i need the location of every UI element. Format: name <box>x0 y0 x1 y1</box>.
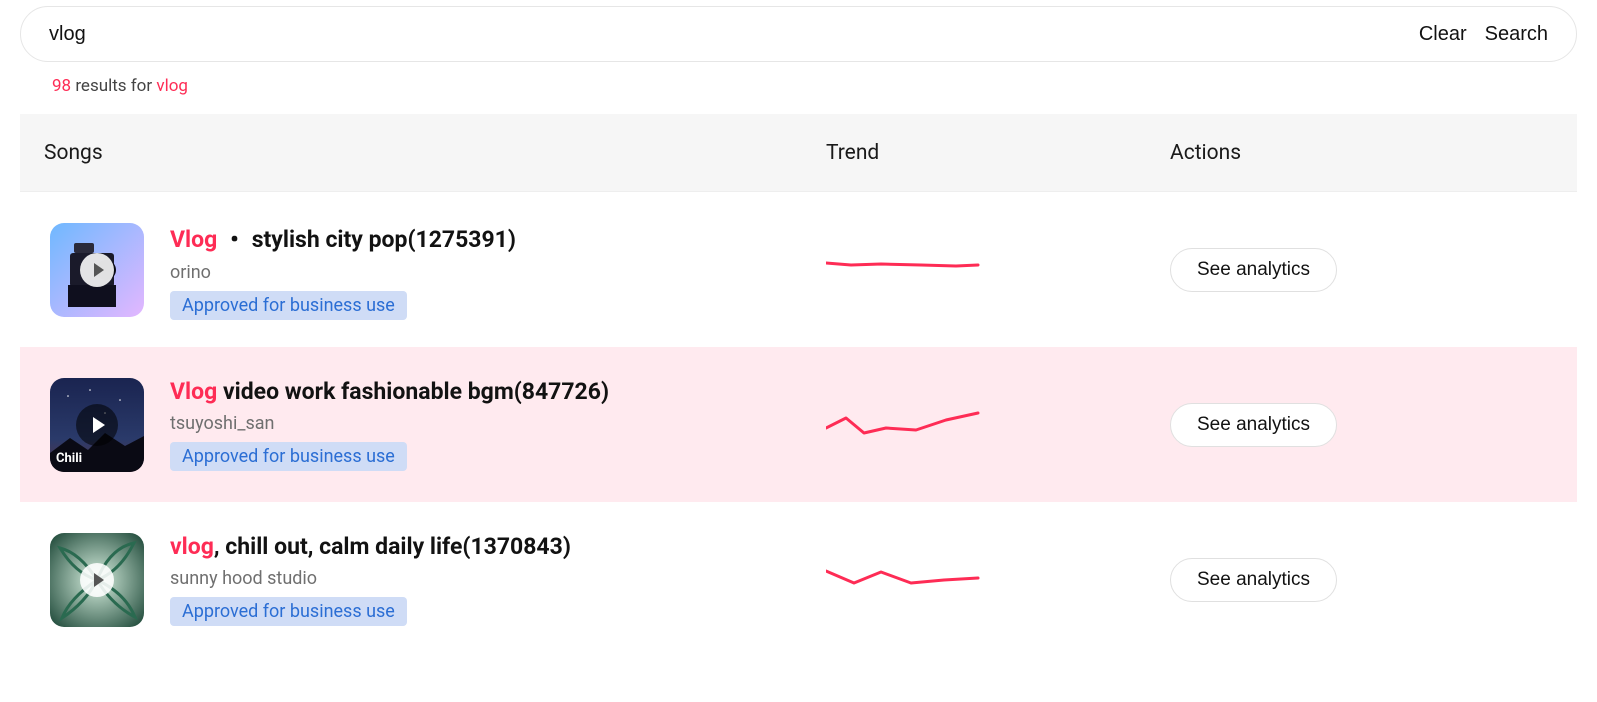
song-cell: Vlog ・ stylish city pop(1275391) orino App… <box>20 220 826 320</box>
trend-sparkline <box>826 563 1170 597</box>
song-title-highlight: Vlog <box>170 378 217 405</box>
results-info: 98 results for vlog <box>52 76 1577 96</box>
header-actions: Actions <box>1170 141 1577 165</box>
play-icon <box>80 563 114 597</box>
song-title-highlight: Vlog <box>170 226 217 253</box>
approved-badge: Approved for business use <box>170 291 407 320</box>
results-count: 98 <box>52 76 71 96</box>
table-header: Songs Trend Actions <box>20 114 1577 192</box>
trend-sparkline <box>826 408 1170 442</box>
play-icon <box>80 253 114 287</box>
trend-sparkline <box>826 253 1170 287</box>
song-cell: vlog, chill out, calm daily life(1370843… <box>20 533 826 627</box>
search-button[interactable]: Search <box>1485 23 1548 46</box>
actions-cell: See analytics <box>1170 248 1577 292</box>
approved-badge: Approved for business use <box>170 597 407 626</box>
song-thumbnail[interactable]: Chili <box>50 378 144 472</box>
song-thumbnail[interactable] <box>50 533 144 627</box>
actions-cell: See analytics <box>1170 558 1577 602</box>
song-artist: orino <box>170 262 516 283</box>
table-row[interactable]: Vlog ・ stylish city pop(1275391) orino App… <box>20 192 1577 347</box>
table-row[interactable]: Chili Vlog video work fashionable bgm(847… <box>20 347 1577 502</box>
results-for-text: results for <box>71 76 156 96</box>
song-title-highlight: vlog <box>170 533 214 560</box>
chili-tag: Chili <box>56 451 82 466</box>
approved-badge: Approved for business use <box>170 442 407 471</box>
search-bar: Clear Search <box>20 6 1577 62</box>
header-trend: Trend <box>826 141 1170 165</box>
see-analytics-button[interactable]: See analytics <box>1170 248 1337 292</box>
song-title-sep: ・ <box>217 226 251 253</box>
song-cell: Chili Vlog video work fashionable bgm(847… <box>20 378 826 472</box>
song-title[interactable]: vlog, chill out, calm daily life(1370843… <box>170 533 571 560</box>
song-artist: tsuyoshi_san <box>170 413 609 434</box>
song-artist: sunny hood studio <box>170 568 571 589</box>
actions-cell: See analytics <box>1170 403 1577 447</box>
song-title-rest: chill out, calm daily life(1370843) <box>225 533 571 560</box>
song-thumbnail[interactable] <box>50 223 144 317</box>
song-title-rest: stylish city pop(1275391) <box>252 226 516 253</box>
song-meta: Vlog video work fashionable bgm(847726) t… <box>170 378 609 471</box>
see-analytics-button[interactable]: See analytics <box>1170 558 1337 602</box>
table-row[interactable]: vlog, chill out, calm daily life(1370843… <box>20 502 1577 657</box>
song-title[interactable]: Vlog video work fashionable bgm(847726) <box>170 378 609 405</box>
header-songs: Songs <box>20 141 826 165</box>
play-icon <box>76 404 118 446</box>
song-meta: Vlog ・ stylish city pop(1275391) orino App… <box>170 220 516 320</box>
song-meta: vlog, chill out, calm daily life(1370843… <box>170 533 571 626</box>
song-title-sep: , <box>214 533 225 560</box>
song-title[interactable]: Vlog ・ stylish city pop(1275391) <box>170 220 516 254</box>
see-analytics-button[interactable]: See analytics <box>1170 403 1337 447</box>
search-input[interactable] <box>49 23 1401 46</box>
song-title-rest: video work fashionable bgm(847726) <box>223 378 609 405</box>
clear-button[interactable]: Clear <box>1419 23 1467 46</box>
results-term: vlog <box>156 76 188 96</box>
